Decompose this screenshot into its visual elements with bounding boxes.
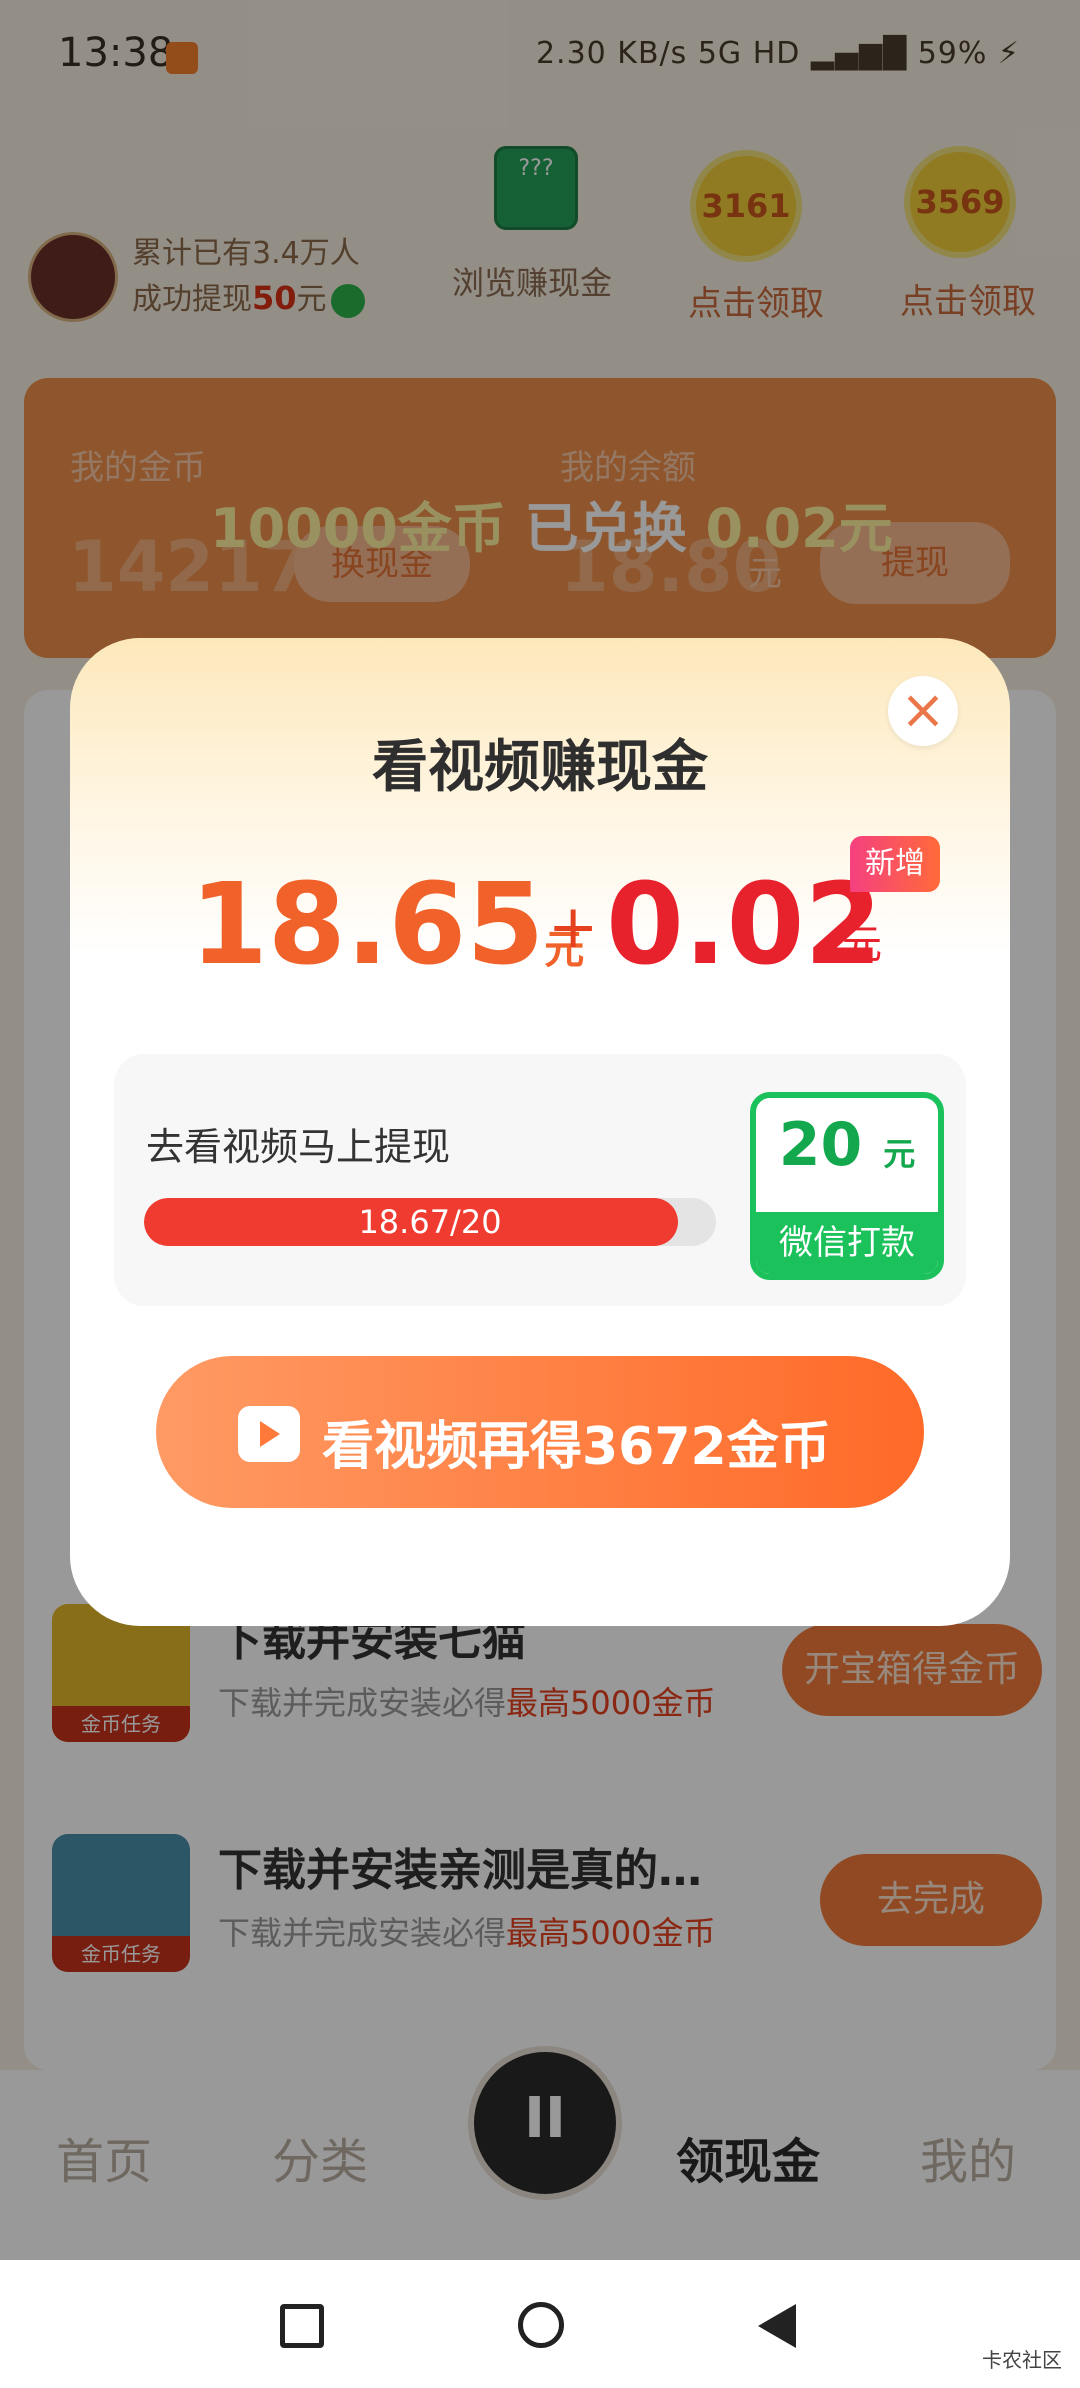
added-amount-unit: 元 xyxy=(842,922,882,968)
back-icon[interactable] xyxy=(758,2304,796,2348)
added-amount: 0.02 xyxy=(606,860,883,990)
new-badge: 新增 xyxy=(850,836,940,892)
payout-amount: 20 元 xyxy=(778,1110,916,1180)
plus-sign: + xyxy=(548,892,599,962)
watermark: 卡农社区 xyxy=(982,2348,1062,2372)
system-nav-bar xyxy=(0,2260,1080,2388)
recent-apps-icon[interactable] xyxy=(280,2304,324,2348)
progress-label: 去看视频马上提现 xyxy=(146,1125,451,1169)
wechat-payout-card[interactable]: 20 元 微信打款 xyxy=(750,1092,944,1280)
modal-title: 看视频赚现金 xyxy=(372,735,708,800)
home-icon[interactable] xyxy=(518,2302,564,2348)
payout-unit: 元 xyxy=(883,1135,916,1173)
watch-video-button-label: 看视频再得3672金币 xyxy=(322,1417,831,1477)
tv-play-icon xyxy=(238,1406,300,1462)
current-amount: 18.65元 xyxy=(190,860,585,990)
payout-label: 微信打款 xyxy=(756,1212,938,1274)
progress-text: 18.67/20 xyxy=(358,1203,502,1241)
